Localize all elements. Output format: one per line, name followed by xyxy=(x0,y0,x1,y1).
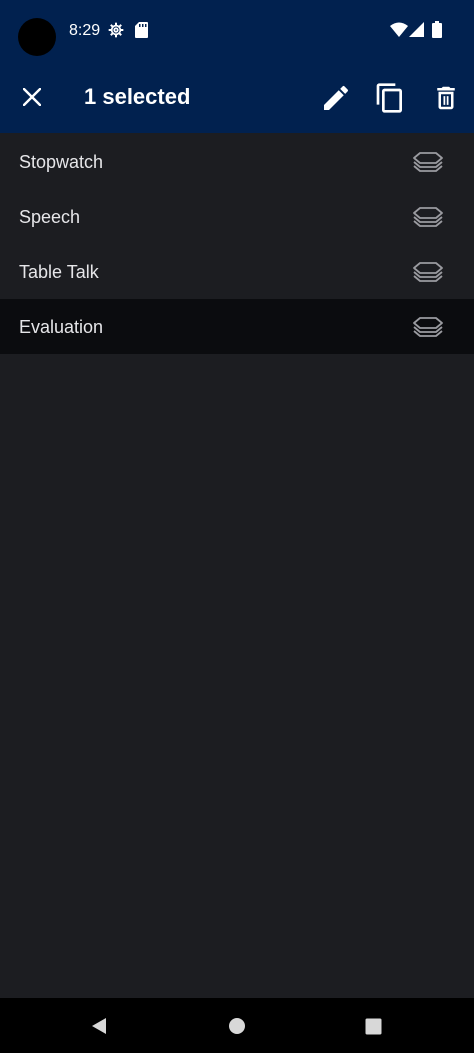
home-circle-icon xyxy=(229,1018,245,1034)
copy-button[interactable] xyxy=(368,76,412,120)
settings-gear-icon xyxy=(108,22,124,38)
list-item-label: Speech xyxy=(19,206,81,227)
status-bar: 8:29 xyxy=(0,0,474,62)
close-icon xyxy=(23,88,41,106)
status-time: 8:29 xyxy=(69,22,101,39)
copy-icon xyxy=(376,83,402,113)
home-button[interactable] xyxy=(221,1010,253,1042)
item-list: Stopwatch Speech Table Talk Evaluation xyxy=(0,134,474,354)
list-item-stopwatch[interactable]: Stopwatch xyxy=(0,134,474,189)
drag-handle[interactable] xyxy=(410,315,446,339)
list-item-label: Evaluation xyxy=(19,316,104,337)
cell-signal-icon xyxy=(409,22,424,37)
back-button[interactable] xyxy=(83,1010,115,1042)
sd-card-icon xyxy=(135,22,148,38)
back-triangle-icon xyxy=(92,1018,106,1034)
selection-count-title: 1 selected xyxy=(84,84,191,109)
list-item-table-talk[interactable]: Table Talk xyxy=(0,244,474,299)
wifi-icon xyxy=(390,22,408,37)
recents-button[interactable] xyxy=(357,1010,389,1042)
drag-handle-icon xyxy=(413,151,443,172)
system-navigation-bar xyxy=(0,998,474,1053)
camera-cutout xyxy=(18,18,56,56)
drag-handle-icon xyxy=(413,316,443,337)
list-item-speech[interactable]: Speech xyxy=(0,189,474,244)
recents-square-icon xyxy=(365,1018,381,1034)
drag-handle[interactable] xyxy=(410,150,446,174)
close-selection-button[interactable] xyxy=(12,77,52,117)
drag-handle-icon xyxy=(413,261,443,282)
list-item-label: Table Talk xyxy=(19,261,99,282)
contextual-action-bar: 1 selected xyxy=(0,62,474,133)
drag-handle[interactable] xyxy=(410,260,446,284)
drag-handle-icon xyxy=(413,206,443,227)
drag-handle[interactable] xyxy=(410,205,446,229)
edit-button[interactable] xyxy=(314,76,358,120)
delete-button[interactable] xyxy=(424,76,468,120)
battery-icon xyxy=(432,21,442,38)
edit-pencil-icon xyxy=(324,85,349,110)
delete-trash-icon xyxy=(437,86,455,110)
list-item-evaluation[interactable]: Evaluation xyxy=(0,299,474,354)
list-item-label: Stopwatch xyxy=(19,151,104,172)
